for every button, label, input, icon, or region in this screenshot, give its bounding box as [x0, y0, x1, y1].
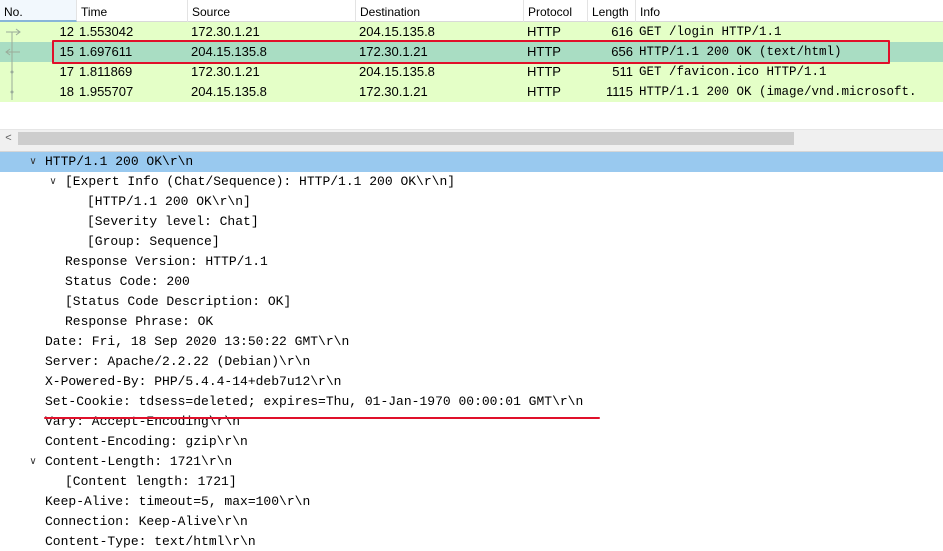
- column-header-destination[interactable]: Destination: [356, 0, 524, 22]
- cell-protocol: HTTP: [527, 44, 561, 59]
- tree-item-label: Server: Apache/2.2.22 (Debian)\r\n: [45, 354, 311, 369]
- tree-item[interactable]: Content-Type: text/html\r\n: [0, 532, 943, 551]
- cell-destination: 172.30.1.21: [359, 84, 428, 99]
- cell-length: 656: [611, 44, 633, 59]
- cell-info: HTTP/1.1 200 OK (image/vnd.microsoft.: [639, 85, 917, 99]
- cell-no: 15: [59, 44, 74, 59]
- expander-chevron-icon[interactable]: ∨: [27, 452, 39, 472]
- tree-item[interactable]: Response Version: HTTP/1.1: [0, 252, 943, 272]
- cell-length: 1115: [606, 84, 633, 99]
- tree-item[interactable]: Response Phrase: OK: [0, 312, 943, 332]
- scroll-left-arrow-icon[interactable]: <: [0, 130, 17, 147]
- expander-chevron-icon[interactable]: ∨: [27, 152, 39, 172]
- related-packets-indicator-icon: [5, 28, 21, 100]
- cell-info: GET /login HTTP/1.1: [639, 25, 782, 39]
- cell-protocol: HTTP: [527, 24, 561, 39]
- tree-item-label: Content-Length: 1721\r\n: [45, 454, 233, 469]
- cell-source: 172.30.1.21: [191, 24, 260, 39]
- tree-item-label: [Status Code Description: OK]: [65, 294, 292, 309]
- tree-item[interactable]: Content-Encoding: gzip\r\n: [0, 432, 943, 452]
- tree-item-label: [HTTP/1.1 200 OK\r\n]: [87, 194, 251, 209]
- expander-chevron-icon[interactable]: ∨: [47, 172, 59, 192]
- tree-item[interactable]: Set-Cookie: tdsess=deleted; expires=Thu,…: [0, 392, 943, 412]
- tree-item[interactable]: [Severity level: Chat]: [0, 212, 943, 232]
- tree-item-label: Date: Fri, 18 Sep 2020 13:50:22 GMT\r\n: [45, 334, 350, 349]
- tree-item[interactable]: ∨ [Expert Info (Chat/Sequence): HTTP/1.1 …: [0, 172, 943, 192]
- column-header-length[interactable]: Length: [588, 0, 636, 22]
- set-cookie-annotation-underline: [44, 417, 600, 419]
- tree-item[interactable]: [Status Code Description: OK]: [0, 292, 943, 312]
- tree-item-label: Status Code: 200: [65, 274, 190, 289]
- column-header-info[interactable]: Info: [636, 0, 943, 22]
- column-header-time[interactable]: Time: [77, 0, 188, 22]
- tree-item-label: Connection: Keep-Alive\r\n: [45, 514, 248, 529]
- tree-item[interactable]: Vary: Accept-Encoding\r\n: [0, 412, 943, 432]
- packet-row[interactable]: 12 1.553042 172.30.1.21 204.15.135.8 HTTP 616…: [0, 22, 943, 42]
- tree-item-label: [Content length: 1721]: [65, 474, 237, 489]
- column-header-source[interactable]: Source: [188, 0, 356, 22]
- packet-details-pane[interactable]: ∨ HTTP/1.1 200 OK\r\n ∨ [Expert Info (Chat/…: [0, 152, 943, 551]
- packet-list-horizontal-scrollbar[interactable]: <: [0, 129, 943, 146]
- tree-item-label: Keep-Alive: timeout=5, max=100\r\n: [45, 494, 311, 509]
- column-header-protocol[interactable]: Protocol: [524, 0, 588, 22]
- tree-item-label: [Severity level: Chat]: [87, 214, 259, 229]
- cell-no: 17: [59, 64, 74, 79]
- cell-source: 172.30.1.21: [191, 64, 260, 79]
- tree-item[interactable]: Status Code: 200: [0, 272, 943, 292]
- cell-time: 1.955707: [79, 84, 134, 99]
- tree-item-label: X-Powered-By: PHP/5.4.4-14+deb7u12\r\n: [45, 374, 342, 389]
- cell-protocol: HTTP: [527, 84, 561, 99]
- packet-row[interactable]: 15 1.697611 204.15.135.8 172.30.1.21 HTTP 656…: [0, 42, 943, 62]
- tree-item[interactable]: X-Powered-By: PHP/5.4.4-14+deb7u12\r\n: [0, 372, 943, 392]
- tree-item[interactable]: [Group: Sequence]: [0, 232, 943, 252]
- cell-source: 204.15.135.8: [191, 84, 267, 99]
- packet-row[interactable]: 17 1.811869 172.30.1.21 204.15.135.8 HTTP 511…: [0, 62, 943, 82]
- cell-time: 1.811869: [79, 64, 133, 79]
- cell-no: 12: [59, 24, 74, 39]
- tree-item[interactable]: [HTTP/1.1 200 OK\r\n]: [0, 192, 943, 212]
- scrollbar-thumb[interactable]: [18, 132, 794, 145]
- tree-item-label: Response Phrase: OK: [65, 314, 214, 329]
- cell-no: 18: [59, 84, 74, 99]
- tree-item-label: HTTP/1.1 200 OK\r\n: [45, 154, 194, 169]
- tree-item-label: Content-Encoding: gzip\r\n: [45, 434, 248, 449]
- cell-info: HTTP/1.1 200 OK (text/html): [639, 45, 842, 59]
- tree-item-label: [Group: Sequence]: [87, 234, 220, 249]
- packet-list-pane[interactable]: No. Time Source Destination Protocol Len…: [0, 0, 943, 128]
- packet-row[interactable]: 18 1.955707 204.15.135.8 172.30.1.21 HTTP 111…: [0, 82, 943, 102]
- cell-source: 204.15.135.8: [191, 44, 267, 59]
- tree-item[interactable]: [Content length: 1721]: [0, 472, 943, 492]
- cell-length: 511: [612, 64, 633, 79]
- tree-item-label: Response Version: HTTP/1.1: [65, 254, 268, 269]
- cell-destination: 204.15.135.8: [359, 24, 435, 39]
- tree-item[interactable]: Keep-Alive: timeout=5, max=100\r\n: [0, 492, 943, 512]
- cell-info: GET /favicon.ico HTTP/1.1: [639, 65, 827, 79]
- tree-item[interactable]: Server: Apache/2.2.22 (Debian)\r\n: [0, 352, 943, 372]
- tree-item-label: [Expert Info (Chat/Sequence): HTTP/1.1 2…: [65, 174, 456, 189]
- tree-item-label: Set-Cookie: tdsess=deleted; expires=Thu,…: [45, 394, 584, 409]
- tree-item[interactable]: ∨ HTTP/1.1 200 OK\r\n: [0, 152, 943, 172]
- tree-item[interactable]: ∨ Content-Length: 1721\r\n: [0, 452, 943, 472]
- tree-item[interactable]: Connection: Keep-Alive\r\n: [0, 512, 943, 532]
- tree-item-label: Content-Type: text/html\r\n: [45, 534, 256, 549]
- cell-time: 1.697611: [79, 44, 133, 59]
- tree-item-label: Vary: Accept-Encoding\r\n: [45, 414, 241, 429]
- cell-length: 616: [611, 24, 633, 39]
- cell-destination: 172.30.1.21: [359, 44, 428, 59]
- cell-protocol: HTTP: [527, 64, 561, 79]
- cell-time: 1.553042: [79, 24, 134, 39]
- cell-destination: 204.15.135.8: [359, 64, 435, 79]
- packet-list-header: No. Time Source Destination Protocol Len…: [0, 0, 943, 22]
- tree-item[interactable]: Date: Fri, 18 Sep 2020 13:50:22 GMT\r\n: [0, 332, 943, 352]
